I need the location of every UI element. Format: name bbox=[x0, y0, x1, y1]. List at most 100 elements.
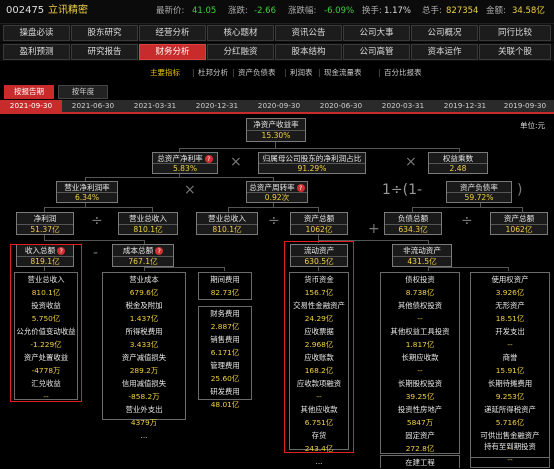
subnav-balance[interactable]: 资产负债表 bbox=[238, 69, 276, 77]
total-liabilities-box[interactable]: 负债总额 634.3亿 bbox=[384, 212, 442, 235]
nav-tab[interactable]: 关联个股 bbox=[479, 44, 551, 60]
detail-value: 1.437亿 bbox=[129, 314, 159, 323]
nav-tab[interactable]: 公司大事 bbox=[343, 25, 410, 41]
net-profit-title: 净利润 bbox=[33, 214, 57, 223]
nav-tab[interactable]: 股本结构 bbox=[275, 44, 342, 60]
detail-label: 资产减值损失 bbox=[121, 353, 167, 362]
income-total-box[interactable]: 收入总额? 819.1亿 bbox=[16, 244, 74, 267]
roa-box[interactable]: 总资产净利率? 5.83% bbox=[152, 152, 218, 174]
date-tab[interactable]: 2020-09-30 bbox=[248, 100, 310, 112]
turnover-value: 1.17% bbox=[384, 6, 412, 16]
net-margin-box[interactable]: 营业净利润率 6.34% bbox=[56, 181, 118, 203]
non-current-assets-box[interactable]: 非流动资产 431.5亿 bbox=[392, 244, 452, 267]
formula-prefix: 1÷(1- bbox=[382, 182, 423, 198]
equity-multiplier-box[interactable]: 权益乘数 2.48 bbox=[428, 152, 488, 174]
total-assets-box-2[interactable]: 资产总额 1062亿 bbox=[490, 212, 548, 235]
detail-label: 使用权资产 bbox=[491, 275, 529, 284]
divide-op: ÷ bbox=[268, 213, 280, 229]
nca-value: 431.5亿 bbox=[393, 255, 451, 267]
detail-value: 24.29亿 bbox=[304, 314, 334, 323]
detail-value: -- bbox=[507, 340, 513, 349]
date-tab[interactable]: 2020-06-30 bbox=[310, 100, 372, 112]
nav-tab[interactable]: 股东研究 bbox=[71, 25, 138, 41]
detail-value: 168.2亿 bbox=[304, 366, 334, 375]
plus-op: + bbox=[368, 221, 380, 237]
help-icon[interactable]: ? bbox=[57, 247, 66, 255]
date-tab[interactable]: 2020-12-31 bbox=[186, 100, 248, 112]
revenue-box-2[interactable]: 营业总收入 810.1亿 bbox=[196, 212, 258, 235]
asset-turnover-box[interactable]: 总资产周转率? 0.92次 bbox=[246, 181, 308, 203]
detail-value: -- bbox=[417, 366, 423, 375]
stock-code: 002475 bbox=[6, 5, 45, 16]
pct-value: -6.09% bbox=[324, 6, 355, 16]
detail-value: 15.91亿 bbox=[495, 366, 525, 375]
em-value: 2.48 bbox=[429, 163, 487, 174]
detail-value: -1.229亿 bbox=[30, 340, 62, 349]
income-title: 收入总额 bbox=[24, 246, 56, 255]
date-tab[interactable]: 2021-03-31 bbox=[124, 100, 186, 112]
subnav-dupont[interactable]: 杜邦分析 bbox=[198, 69, 228, 77]
multiply-op: × bbox=[184, 182, 196, 198]
detail-value: 5.750亿 bbox=[31, 314, 61, 323]
detail-value: 18.51亿 bbox=[495, 314, 525, 323]
detail-label: 长期股权投资 bbox=[397, 379, 443, 388]
date-tab[interactable]: 2019-09-30 bbox=[496, 100, 554, 112]
cost-total-box[interactable]: 成本总额? 767.1亿 bbox=[112, 244, 174, 267]
detail-label: 递延所得税资产 bbox=[484, 405, 536, 414]
nav-tab[interactable]: 资讯公告 bbox=[275, 25, 342, 41]
detail-value: 243.4亿 bbox=[304, 444, 334, 453]
detail-value: 810.1亿 bbox=[31, 288, 61, 297]
cost-title: 成本总额 bbox=[122, 246, 154, 255]
detail-label: 营业总收入 bbox=[27, 275, 65, 284]
income-value: 819.1亿 bbox=[17, 255, 73, 267]
nav-tab[interactable]: 核心题材 bbox=[207, 25, 274, 41]
more-ellipsis[interactable]: ... bbox=[290, 455, 348, 468]
total-assets-box-1[interactable]: 资产总额 1062亿 bbox=[290, 212, 348, 235]
nav-tab[interactable]: 经营分析 bbox=[139, 25, 206, 41]
detail-value: 8.738亿 bbox=[405, 288, 435, 297]
nav-tab[interactable]: 同行比较 bbox=[479, 25, 551, 41]
date-tab[interactable]: 2019-12-31 bbox=[434, 100, 496, 112]
date-tab[interactable]: 2020-03-31 bbox=[372, 100, 434, 112]
detail-value: -- bbox=[43, 392, 49, 401]
nav-tab[interactable]: 操盘必读 bbox=[3, 25, 70, 41]
subnav-percent[interactable]: 百分比报表 bbox=[384, 69, 422, 77]
subnav-main[interactable]: 主要指标 bbox=[150, 69, 180, 77]
help-icon[interactable]: ? bbox=[296, 184, 305, 192]
nav-tab[interactable]: 盈利预测 bbox=[3, 44, 70, 60]
help-icon[interactable]: ? bbox=[204, 155, 213, 163]
nav-tab[interactable]: 公司高管 bbox=[343, 44, 410, 60]
nav-tab[interactable]: 资本运作 bbox=[411, 44, 478, 60]
nav-tab[interactable]: 研究报告 bbox=[71, 44, 138, 60]
stock-name: 立讯精密 bbox=[48, 5, 88, 16]
np-share-box[interactable]: 归属母公司股东的净利润占比 91.29% bbox=[258, 152, 366, 174]
subnav-cashflow[interactable]: 现金流量表 bbox=[324, 69, 362, 77]
more-ellipsis[interactable]: ... bbox=[103, 429, 185, 442]
nav-tab-active[interactable]: 财务分析 bbox=[139, 44, 206, 60]
current-assets-box[interactable]: 流动资产 630.5亿 bbox=[290, 244, 348, 267]
ta2-title: 资产总额 bbox=[503, 214, 535, 223]
subnav-income[interactable]: 利润表 bbox=[290, 69, 313, 77]
tab-by-period[interactable]: 按报告期 bbox=[4, 85, 54, 99]
npm-title: 营业净利润率 bbox=[64, 183, 110, 192]
detail-label: 税金及附加 bbox=[125, 301, 163, 310]
nca-detail-group-2: 使用权资产 3.926亿 无形资产 18.51亿 开发支出 -- 商誉 15.91亿 长… bbox=[470, 272, 550, 458]
change-label: 涨跌: bbox=[228, 6, 248, 16]
tab-by-year[interactable]: 按年度 bbox=[58, 85, 108, 99]
rev2-title: 营业总收入 bbox=[208, 214, 246, 223]
nav-tab[interactable]: 公司概况 bbox=[411, 25, 478, 41]
detail-value: -- bbox=[507, 455, 513, 464]
nav-tab[interactable]: 分红融资 bbox=[207, 44, 274, 60]
period-expense-group: 期间费用 82.73亿 bbox=[198, 272, 252, 300]
debt-ratio-box[interactable]: 资产负债率 59.72% bbox=[446, 181, 512, 203]
net-profit-box[interactable]: 净利润 51.37亿 bbox=[16, 212, 74, 235]
np-share-title: 归属母公司股东的净利润占比 bbox=[262, 154, 362, 163]
date-tab[interactable]: 2021-09-30 bbox=[0, 100, 62, 112]
npm-value: 6.34% bbox=[57, 192, 117, 203]
detail-label: 其他债权投资 bbox=[397, 301, 443, 310]
roe-box[interactable]: 净资产收益率 15.30% bbox=[246, 118, 306, 142]
date-tab[interactable]: 2021-06-30 bbox=[62, 100, 124, 112]
revenue-box-1[interactable]: 营业总收入 810.1亿 bbox=[118, 212, 178, 235]
detail-label: 货币资金 bbox=[304, 275, 334, 284]
help-icon[interactable]: ? bbox=[155, 247, 164, 255]
